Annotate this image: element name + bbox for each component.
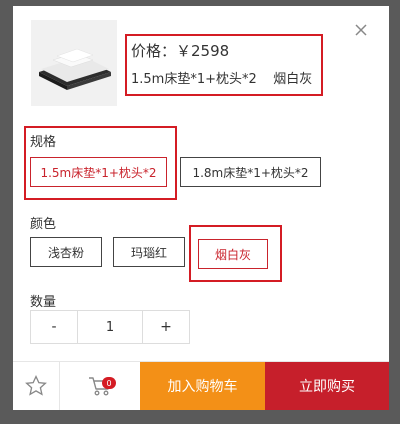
spec-title: 规格 (30, 135, 57, 150)
color-option-light-apricot[interactable]: 浅杏粉 (30, 237, 102, 267)
favorite-button[interactable] (13, 362, 59, 410)
sku-selector-sheet: 价格：￥2598 1.5m床垫*1+枕头*2 烟白灰 规格 1.5m床垫*1+枕… (13, 6, 389, 410)
add-to-cart-button[interactable]: 加入购物车 (140, 362, 265, 410)
selected-sku-label: 1.5m床垫*1+枕头*2 烟白灰 (131, 72, 313, 87)
price-label: 价格：￥2598 (131, 42, 230, 60)
color-option-smoke-gray[interactable]: 烟白灰 (198, 239, 268, 269)
spec-option-1-8m[interactable]: 1.8m床垫*1+枕头*2 (180, 157, 321, 187)
color-title: 颜色 (30, 217, 57, 232)
product-thumbnail (31, 20, 117, 106)
cart-icon-button[interactable]: 0 (59, 362, 140, 410)
color-option-agate-red[interactable]: 玛瑙红 (113, 237, 185, 267)
quantity-stepper: - 1 + (30, 310, 190, 344)
quantity-decrease-button[interactable]: - (31, 311, 77, 343)
bottom-action-bar: 0 加入购物车 立即购买 (13, 361, 389, 410)
cart-count-badge: 0 (102, 377, 116, 389)
quantity-value[interactable]: 1 (77, 311, 143, 343)
spec-option-1-5m[interactable]: 1.5m床垫*1+枕头*2 (30, 157, 167, 187)
buy-now-button[interactable]: 立即购买 (265, 362, 389, 410)
quantity-title: 数量 (30, 295, 57, 310)
close-icon[interactable] (352, 21, 372, 41)
quantity-increase-button[interactable]: + (143, 311, 189, 343)
star-icon (25, 374, 47, 396)
